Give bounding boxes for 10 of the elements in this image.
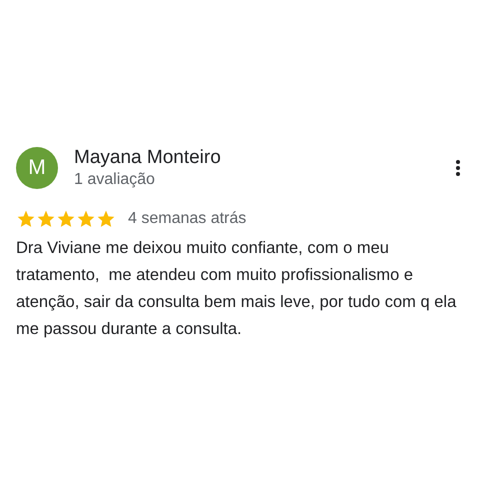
- review-time: 4 semanas atrás: [128, 210, 246, 228]
- star-icon: [56, 209, 76, 229]
- author-name: Mayana Monteiro: [74, 146, 222, 170]
- review-count: 1 avaliação: [74, 170, 156, 190]
- avatar: M: [16, 147, 58, 189]
- star-icon: [16, 209, 36, 229]
- review-text: Dra Viviane me deixou muito confiante, com o meu tratamento, me atendeu com muito profissionalismo e atenção, sair da consulta bem mais leve, por tudo com q ela me passou durante a consulta.: [16, 238, 458, 340]
- star-icon: [76, 209, 96, 229]
- star-icon: [36, 209, 56, 229]
- star-icon: [96, 209, 116, 229]
